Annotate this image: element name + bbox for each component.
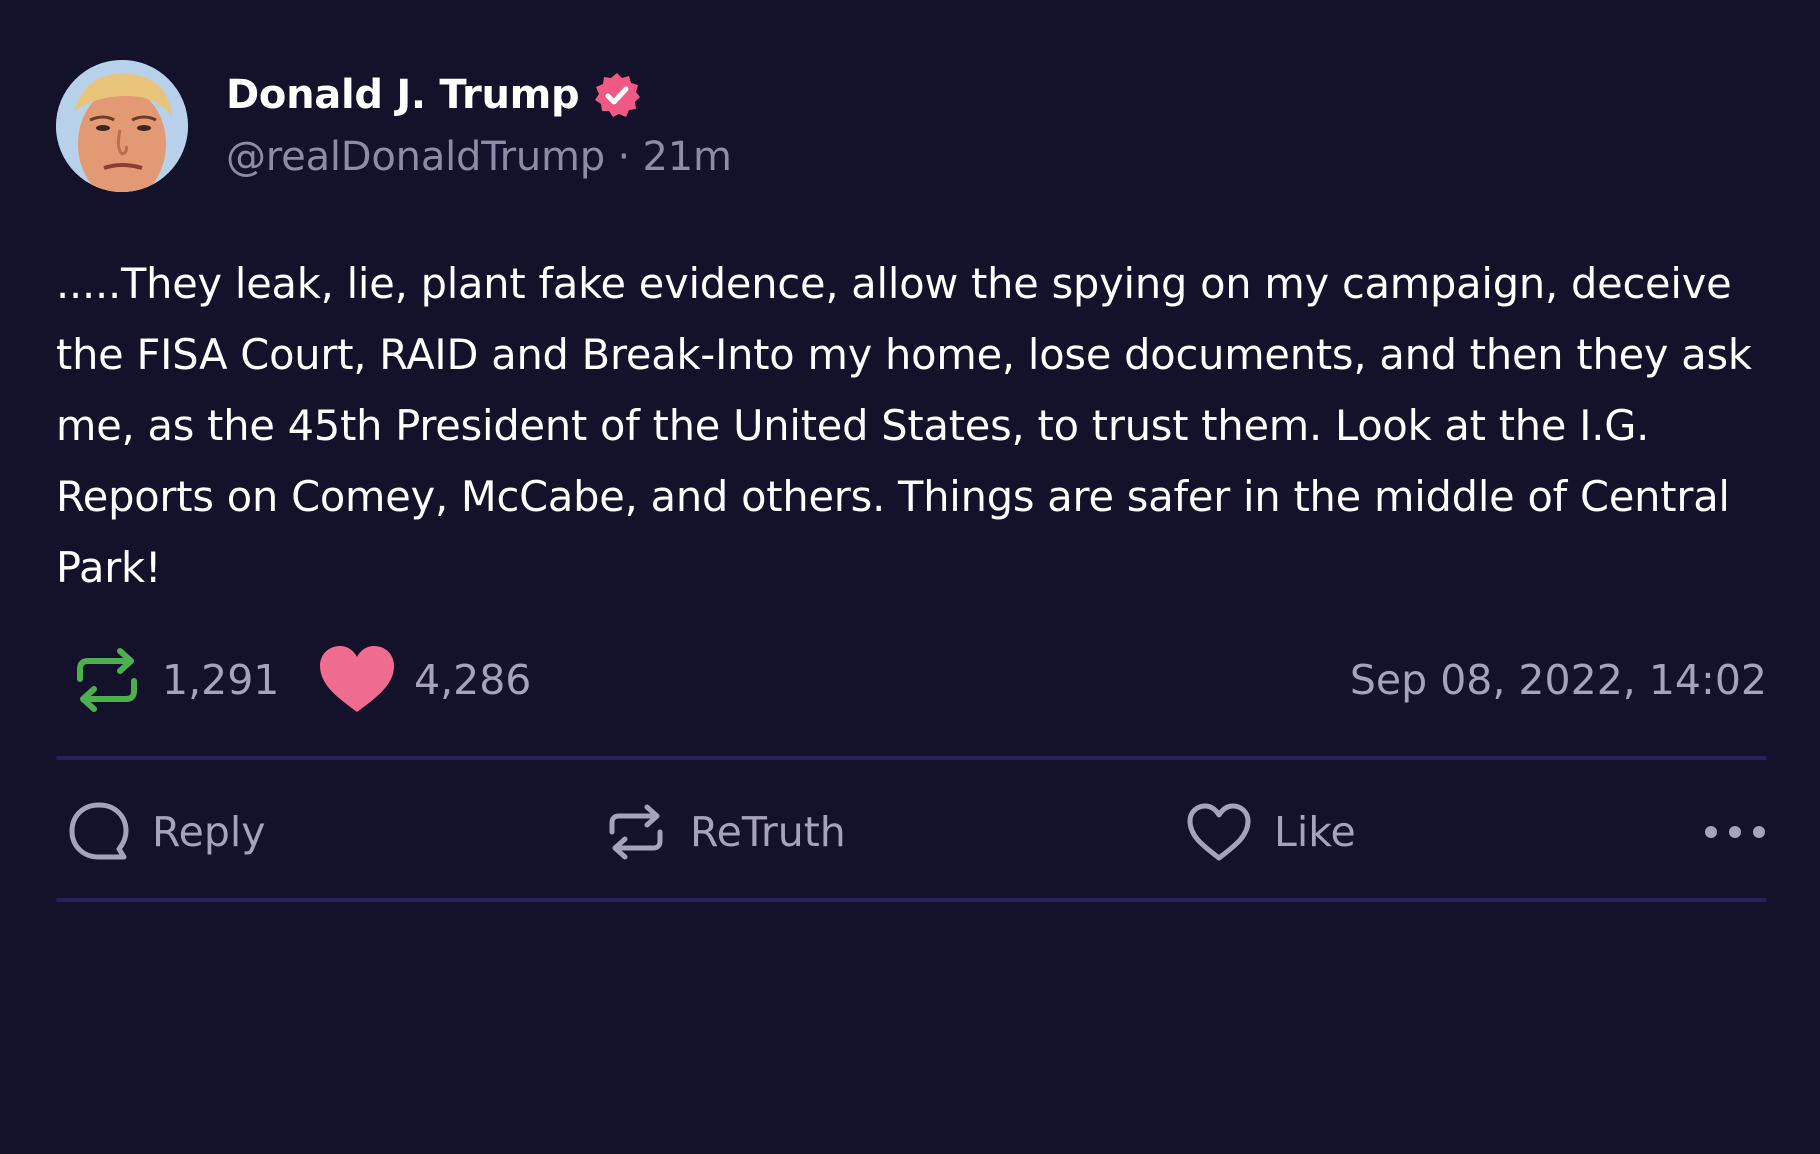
like-count: 4,286 bbox=[414, 656, 532, 704]
divider-bottom bbox=[56, 898, 1767, 902]
post-timestamp[interactable]: Sep 08, 2022, 14:02 bbox=[1350, 640, 1767, 720]
post-age[interactable]: 21m bbox=[643, 134, 732, 180]
like-stat[interactable]: 4,286 bbox=[318, 640, 531, 720]
post-body: .....They leak, lie, plant fake evidence… bbox=[56, 259, 1752, 592]
avatar[interactable] bbox=[56, 60, 188, 192]
retruth-button[interactable]: ReTruth bbox=[604, 790, 846, 874]
post-stats: 1,291 4,286 Sep 08, 2022, 14:02 bbox=[56, 640, 1767, 720]
more-horizontal-icon bbox=[1705, 826, 1765, 838]
more-options-button[interactable] bbox=[1677, 790, 1767, 874]
retruth-icon bbox=[609, 804, 663, 860]
name-row: Donald J. Trump bbox=[226, 66, 732, 124]
author-meta: @realDonaldTrump · 21m bbox=[226, 134, 732, 180]
like-label: Like bbox=[1274, 808, 1356, 856]
retruth-label: ReTruth bbox=[690, 808, 846, 856]
retruth-stat[interactable]: 1,291 bbox=[70, 640, 279, 720]
retruth-icon bbox=[77, 648, 137, 712]
reply-button[interactable]: Reply bbox=[68, 790, 266, 874]
reply-label: Reply bbox=[152, 808, 266, 856]
meta-separator: · bbox=[617, 134, 630, 180]
author-handle[interactable]: @realDonaldTrump bbox=[226, 134, 605, 180]
post-card: Donald J. Trump @realDonaldTrump · 21m .… bbox=[56, 0, 1767, 1154]
action-bar: Reply ReTruth Like bbox=[56, 790, 1767, 874]
post-header: Donald J. Trump @realDonaldTrump · 21m bbox=[56, 60, 1767, 194]
author-name[interactable]: Donald J. Trump bbox=[226, 72, 580, 118]
comment-bubble-icon bbox=[69, 802, 129, 860]
like-button[interactable]: Like bbox=[1186, 790, 1356, 874]
heart-filled-icon bbox=[320, 646, 394, 712]
heart-outline-icon bbox=[1187, 803, 1251, 861]
author-identity: Donald J. Trump @realDonaldTrump · 21m bbox=[226, 66, 732, 180]
divider-top bbox=[56, 756, 1767, 760]
verified-badge-icon bbox=[595, 73, 641, 117]
retruth-count: 1,291 bbox=[162, 656, 280, 704]
